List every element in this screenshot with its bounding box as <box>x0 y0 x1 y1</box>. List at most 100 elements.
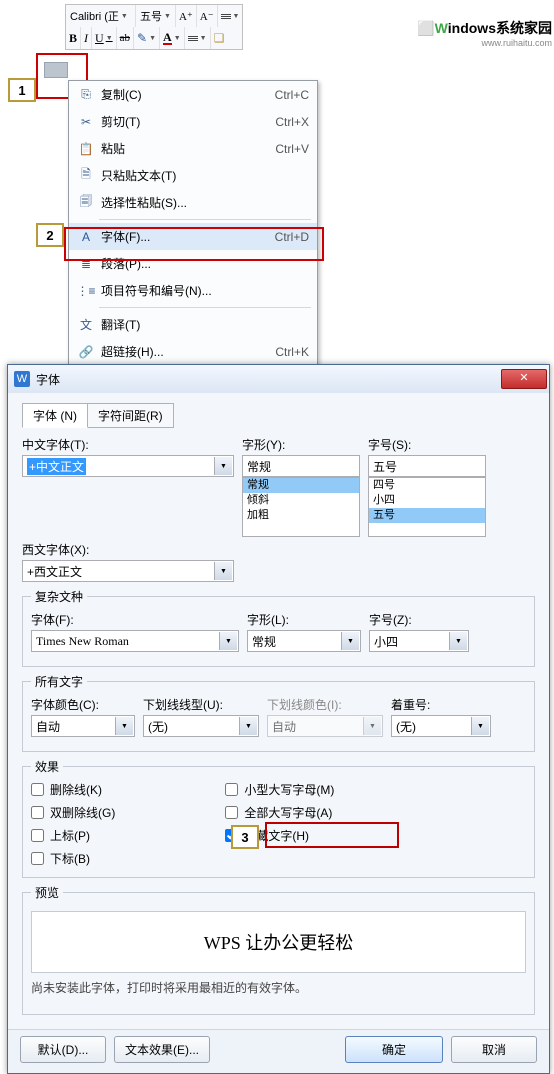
complex-legend: 复杂文种 <box>31 588 87 605</box>
preview-group: 预览 WPS 让办公更轻松 尚未安装此字体，打印时将采用最相近的有效字体。 <box>22 884 535 1015</box>
font-dialog: W 字体 ✕ 字体 (N) 字符间距(R) 中文字体(T): +中文正文▼ 字形… <box>7 364 550 1074</box>
ctx-paste[interactable]: 📋粘贴Ctrl+V <box>69 135 317 162</box>
preview-legend: 预览 <box>31 884 63 901</box>
size-listbox[interactable]: 四号 小四 五号 <box>368 477 486 537</box>
ctx-translate[interactable]: 文翻译(T) <box>69 311 317 338</box>
font-size-combo[interactable]: 五号▼ <box>136 5 176 27</box>
size-combo[interactable]: 五号 <box>368 455 486 477</box>
cx-size-label: 字号(Z): <box>369 611 469 628</box>
color-label: 字体颜色(C): <box>31 696 135 713</box>
underline-button[interactable]: U▼ <box>92 27 117 49</box>
app-icon: W <box>14 371 30 387</box>
cx-style-combo[interactable]: 常规▼ <box>247 630 361 652</box>
font-color-combo[interactable]: 自动▼ <box>31 715 135 737</box>
complex-scripts-group: 复杂文种 字体(F): Times New Roman▼ 字形(L): 常规▼ … <box>22 588 535 667</box>
ctx-bullets[interactable]: ⋮≡项目符号和编号(N)... <box>69 277 317 304</box>
step-badge-1: 1 <box>8 78 36 102</box>
style-combo[interactable]: 常规 <box>242 455 360 477</box>
chevron-down-icon[interactable]: ▼ <box>115 717 133 735</box>
underline-color-combo: 自动▼ <box>267 715 383 737</box>
chevron-down-icon[interactable]: ▼ <box>200 35 207 42</box>
ctx-paragraph[interactable]: ≣段落(P)... <box>69 250 317 277</box>
chevron-down-icon[interactable]: ▼ <box>149 35 156 42</box>
double-strike-checkbox[interactable]: 双删除线(G) <box>31 804 115 821</box>
cx-font-label: 字体(F): <box>31 611 239 628</box>
page-break-marker[interactable] <box>44 62 68 78</box>
ctx-cut[interactable]: ✂剪切(T)Ctrl+X <box>69 108 317 135</box>
decrease-font-button[interactable]: A⁻ <box>197 5 218 27</box>
tab-spacing[interactable]: 字符间距(R) <box>87 403 174 428</box>
font-note: 尚未安装此字体，打印时将采用最相近的有效字体。 <box>31 979 526 996</box>
chevron-down-icon[interactable]: ▼ <box>214 457 232 475</box>
style-label: 字形(Y): <box>242 436 360 453</box>
style-listbox[interactable]: 常规 倾斜 加粗 <box>242 477 360 537</box>
chevron-down-icon[interactable]: ▼ <box>233 13 240 20</box>
text-effect-button[interactable]: 文本效果(E)... <box>114 1036 210 1063</box>
ctx-font[interactable]: A字体(F)...Ctrl+D <box>69 223 317 250</box>
west-font-label: 西文字体(X): <box>22 541 234 558</box>
highlight-button[interactable]: ✎▼ <box>134 27 160 49</box>
clear-formatting-button[interactable]: ❏ <box>211 27 228 49</box>
ctx-hyperlink[interactable]: 🔗超链接(H)...Ctrl+K <box>69 338 317 365</box>
font-family-combo[interactable]: Calibri (正▼ <box>66 5 136 27</box>
step-badge-2: 2 <box>36 223 64 247</box>
superscript-checkbox[interactable]: 上标(P) <box>31 827 115 844</box>
dialog-titlebar[interactable]: W 字体 ✕ <box>8 365 549 393</box>
chevron-down-icon[interactable]: ▼ <box>121 13 128 20</box>
context-menu: ⎘复制(C)Ctrl+C ✂剪切(T)Ctrl+X 📋粘贴Ctrl+V 🗎只粘贴… <box>68 80 318 366</box>
ctx-paste-special[interactable]: 🗐选择性粘贴(S)... <box>69 189 317 216</box>
chevron-down-icon: ▼ <box>363 717 381 735</box>
chevron-down-icon[interactable]: ▼ <box>471 717 489 735</box>
cancel-button[interactable]: 取消 <box>451 1036 537 1063</box>
clipboard-icon: 📋 <box>75 142 97 156</box>
paste-special-icon: 🗐 <box>75 192 97 213</box>
cx-font-combo[interactable]: Times New Roman▼ <box>31 630 239 652</box>
strike-checkbox[interactable]: 删除线(K) <box>31 781 115 798</box>
chevron-down-icon[interactable]: ▼ <box>214 562 232 580</box>
close-button[interactable]: ✕ <box>501 369 547 389</box>
smallcaps-checkbox[interactable]: 小型大写字母(M) <box>225 781 334 798</box>
ctx-separator <box>99 219 311 220</box>
scissors-icon: ✂ <box>75 115 97 129</box>
underline-combo[interactable]: (无)▼ <box>143 715 259 737</box>
tab-font[interactable]: 字体 (N) <box>22 403 88 428</box>
west-font-combo[interactable]: +西文正文▼ <box>22 560 234 582</box>
strikethrough-button[interactable]: ab <box>117 27 134 49</box>
chevron-down-icon[interactable]: ▼ <box>164 13 171 20</box>
step-badge-3: 3 <box>231 825 259 849</box>
chevron-down-icon[interactable]: ▼ <box>341 632 359 650</box>
ok-button[interactable]: 确定 <box>345 1036 443 1063</box>
ctx-separator <box>99 307 311 308</box>
ctx-copy[interactable]: ⎘复制(C)Ctrl+C <box>69 81 317 108</box>
increase-font-button[interactable]: A⁺ <box>176 5 197 27</box>
emphasis-combo[interactable]: (无)▼ <box>391 715 491 737</box>
bold-button[interactable]: B <box>66 27 81 49</box>
alignment-button[interactable]: ▼ <box>185 27 211 49</box>
chevron-down-icon[interactable]: ▼ <box>239 717 257 735</box>
chevron-down-icon[interactable]: ▼ <box>219 632 237 650</box>
effects-legend: 效果 <box>31 758 63 775</box>
font-color-button[interactable]: A▼ <box>160 27 185 49</box>
all-text-legend: 所有文字 <box>31 673 87 690</box>
paste-text-icon: 🗎 <box>75 165 97 186</box>
dialog-title: 字体 <box>36 371 501 388</box>
cn-font-label: 中文字体(T): <box>22 436 234 453</box>
translate-icon: 文 <box>75 316 97 333</box>
cx-size-combo[interactable]: 小四▼ <box>369 630 469 652</box>
chevron-down-icon[interactable]: ▼ <box>106 34 113 42</box>
chevron-down-icon[interactable]: ▼ <box>174 35 181 42</box>
chevron-down-icon[interactable]: ▼ <box>449 632 467 650</box>
font-icon: A <box>75 230 97 244</box>
hyperlink-icon: 🔗 <box>75 345 97 359</box>
cn-font-combo[interactable]: +中文正文▼ <box>22 455 234 477</box>
underline-label: 下划线线型(U): <box>143 696 259 713</box>
italic-button[interactable]: I <box>81 27 92 49</box>
ctx-paste-text[interactable]: 🗎只粘贴文本(T) <box>69 162 317 189</box>
allcaps-checkbox[interactable]: 全部大写字母(A) <box>225 804 334 821</box>
line-spacing-button[interactable]: ▼ <box>218 5 243 27</box>
all-text-group: 所有文字 字体颜色(C):自动▼ 下划线线型(U):(无)▼ 下划线颜色(I):… <box>22 673 535 752</box>
default-button[interactable]: 默认(D)... <box>20 1036 106 1063</box>
subscript-checkbox[interactable]: 下标(B) <box>31 850 115 867</box>
cx-style-label: 字形(L): <box>247 611 361 628</box>
preview-box: WPS 让办公更轻松 <box>31 911 526 973</box>
